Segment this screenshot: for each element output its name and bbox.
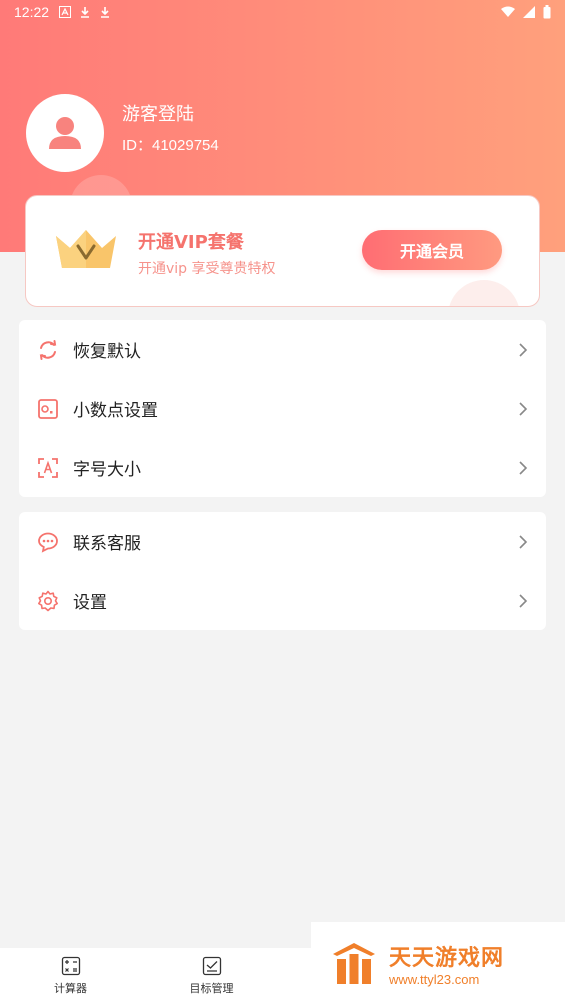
- tab-label: 计算器: [54, 982, 87, 995]
- menu-group-support: 联系客服 设置: [19, 512, 546, 630]
- site-logo-icon: [333, 943, 375, 984]
- tab-label: 目标管理: [189, 982, 234, 995]
- battery-icon: [543, 5, 551, 19]
- tab-goal-management[interactable]: 目标管理: [141, 948, 282, 1004]
- download-icon: [81, 7, 90, 18]
- menu-item-decimal-setting[interactable]: 小数点设置: [19, 379, 546, 438]
- menu-item-contact-support[interactable]: 联系客服: [19, 512, 546, 571]
- vip-card[interactable]: 开通VIP套餐 开通vip 享受尊贵特权 开通会员: [25, 195, 540, 307]
- avatar[interactable]: [26, 94, 104, 172]
- chevron-right-icon: [519, 460, 528, 475]
- checklist-icon: [202, 956, 221, 976]
- chevron-right-icon: [519, 342, 528, 357]
- tab-calculator[interactable]: 计算器: [0, 948, 141, 1004]
- chevron-right-icon: [519, 401, 528, 416]
- refresh-icon: [39, 339, 57, 360]
- decimal-icon: [38, 398, 58, 419]
- app-a-icon: [59, 6, 72, 18]
- menu-item-font-size[interactable]: 字号大小: [19, 438, 546, 497]
- menu-item-label: 恢复默认: [73, 342, 141, 362]
- chat-icon: [38, 532, 58, 553]
- menu-item-label: 字号大小: [73, 460, 141, 480]
- username[interactable]: 游客登陆: [122, 100, 194, 126]
- menu-item-label: 设置: [73, 593, 107, 613]
- chevron-right-icon: [519, 534, 528, 549]
- wifi-icon: [501, 6, 515, 17]
- user-icon: [49, 117, 81, 149]
- watermark: 天天游戏网 www.ttyl23.com: [311, 922, 565, 1004]
- menu-item-restore-default[interactable]: 恢复默认: [19, 320, 546, 379]
- menu-item-settings[interactable]: 设置: [19, 571, 546, 630]
- signal-icon: [523, 6, 535, 18]
- menu-group-preferences: 恢复默认 小数点设置 字号大小: [19, 320, 546, 497]
- vip-subtitle: 开通vip 享受尊贵特权: [138, 261, 276, 277]
- open-vip-button[interactable]: 开通会员: [362, 230, 502, 270]
- status-time: 12:22: [14, 4, 50, 20]
- status-bar: 12:22: [0, 0, 565, 24]
- calculator-icon: [61, 956, 80, 976]
- watermark-title: 天天游戏网: [389, 945, 505, 971]
- watermark-url: www.ttyl23.com: [389, 971, 480, 987]
- font-size-icon: [38, 457, 58, 478]
- download-icon: [101, 7, 110, 18]
- vip-title: 开通VIP套餐: [138, 232, 244, 253]
- decor-circle: [448, 280, 520, 306]
- gear-icon: [38, 590, 58, 611]
- crown-icon: [56, 230, 116, 268]
- menu-item-label: 小数点设置: [73, 401, 158, 421]
- user-id: ID：41029754: [122, 137, 219, 154]
- chevron-right-icon: [519, 593, 528, 608]
- menu-item-label: 联系客服: [73, 534, 141, 554]
